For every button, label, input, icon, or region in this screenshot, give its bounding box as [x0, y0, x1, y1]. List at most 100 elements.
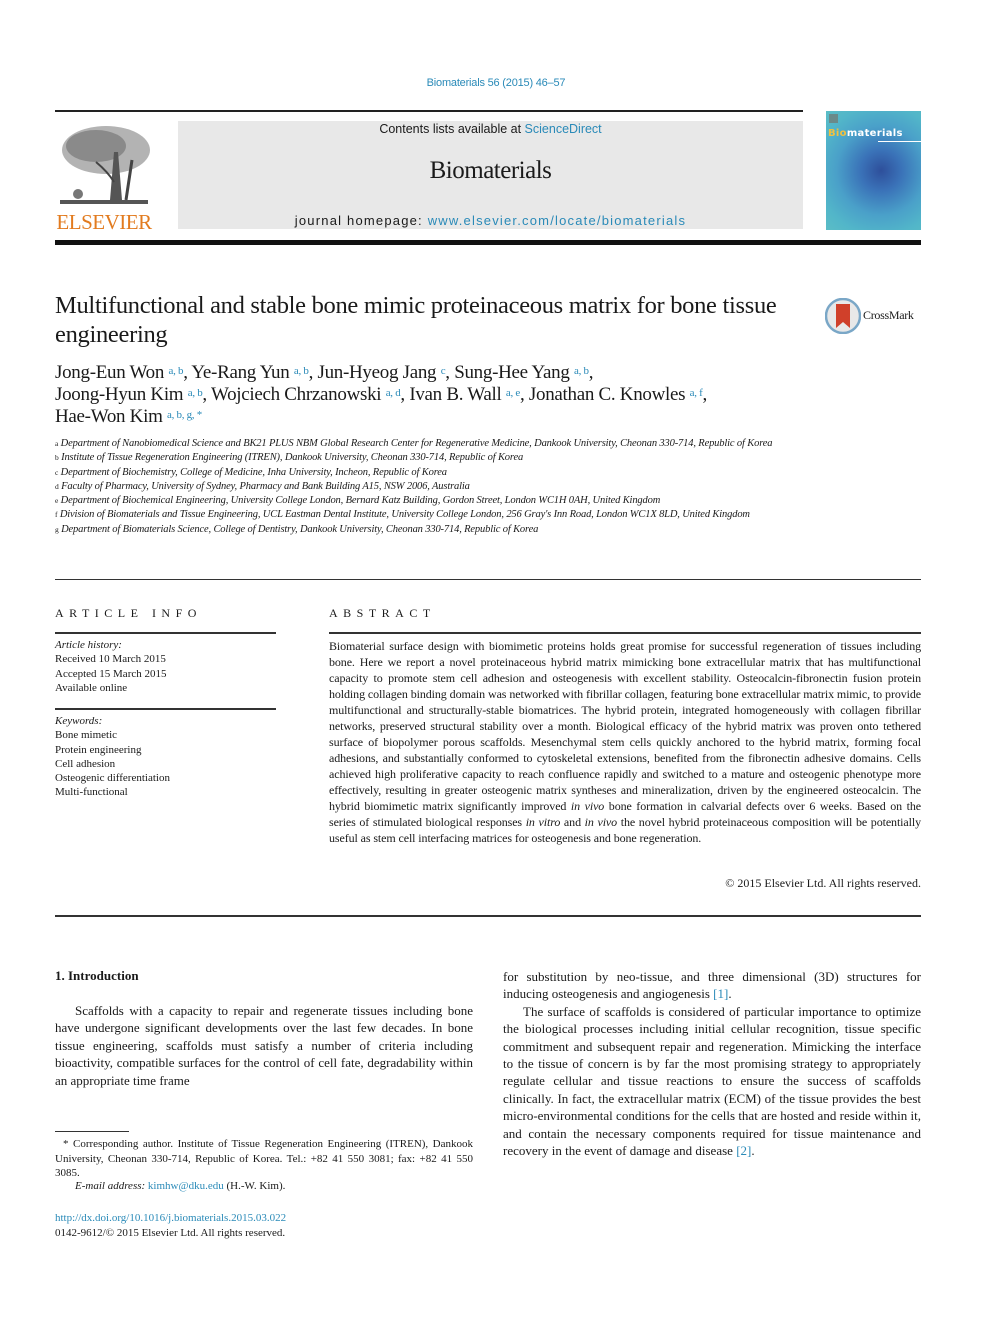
author-affiliation-marker[interactable]: a, b, g, *: [167, 409, 202, 421]
header-thick-rule: [55, 240, 921, 245]
history-item: Accepted 15 March 2015: [55, 667, 167, 680]
author: Joong-Hyun Kim: [55, 384, 184, 405]
abstract-copyright: © 2015 Elsevier Ltd. All rights reserved…: [725, 876, 921, 890]
cover-rule: [878, 141, 921, 142]
keywords-rule: [55, 708, 276, 710]
cover-title-rest: materials: [846, 128, 903, 139]
author-separator: ,: [202, 384, 211, 405]
affiliation-key: f: [55, 510, 58, 520]
abstract-italic: in vivo: [570, 799, 605, 813]
author-separator: ,: [400, 384, 410, 405]
abstract-part: and: [560, 815, 585, 829]
footnote-rule: [55, 1131, 129, 1132]
affiliation: e Department of Biochemical Engineering,…: [55, 494, 815, 508]
email-line: E-mail address: kimhw@dku.edu (H.-W. Kim…: [55, 1180, 473, 1192]
abstract-heading: ABSTRACT: [329, 606, 436, 620]
elsevier-tree-icon: [56, 122, 152, 208]
author-affiliation-marker[interactable]: a, d: [386, 387, 401, 399]
crossmark-button[interactable]: CrossMark: [825, 296, 925, 336]
homepage-prefix: journal homepage:: [294, 213, 428, 228]
issn-copyright: 0142-9612/© 2015 Elsevier Ltd. All right…: [55, 1227, 286, 1239]
abstract-bottom-rule: [55, 915, 921, 917]
journal-title: Biomaterials: [429, 157, 552, 184]
journal-cover-image[interactable]: Biomaterials: [826, 111, 921, 230]
author-separator: ,: [588, 362, 594, 383]
citation-link[interactable]: [1]: [713, 986, 728, 1001]
affiliation-text: Department of Biomaterials Science, Coll…: [61, 523, 539, 535]
cover-publisher-icon: [829, 114, 838, 123]
corresponding-author-note: * Corresponding author. Institute of Tis…: [55, 1138, 473, 1179]
affiliation-text: Institute of Tissue Regeneration Enginee…: [61, 452, 524, 464]
affiliation: a Department of Nanobiomedical Science a…: [55, 437, 815, 451]
journal-reference[interactable]: Biomaterials 56 (2015) 46–57: [0, 77, 992, 89]
abstract-italic: in vivo: [584, 815, 618, 829]
article-info-rule: [55, 632, 276, 634]
section-rule: [55, 579, 921, 580]
author: Jong-Eun Won: [55, 362, 165, 383]
author-affiliation-marker[interactable]: a, b: [188, 387, 203, 399]
cover-title-bi: Bio: [828, 128, 847, 139]
author-affiliation-marker[interactable]: a, b: [574, 365, 589, 377]
crossmark-icon: [825, 298, 861, 334]
paragraph-text: for substitution by neo-tissue, and thre…: [503, 969, 921, 1002]
keywords-label: Keywords:: [55, 715, 103, 727]
journal-banner: Contents lists available at ScienceDirec…: [178, 121, 803, 229]
author-affiliation-marker[interactable]: a, b: [294, 365, 309, 377]
journal-homepage: journal homepage: www.elsevier.com/locat…: [178, 213, 803, 228]
keyword-item: Cell adhesion: [55, 757, 116, 770]
homepage-link[interactable]: www.elsevier.com/locate/biomaterials: [428, 213, 687, 228]
affiliation-text: Department of Biochemistry, College of M…: [60, 466, 447, 478]
article-info-heading: ARTICLE INFO: [55, 606, 202, 620]
elsevier-logo[interactable]: ELSEVIER: [52, 118, 156, 234]
citation-link[interactable]: [2]: [736, 1143, 751, 1158]
author-affiliation-marker[interactable]: a, e: [506, 387, 520, 399]
article-title: Multifunctional and stable bone mimic pr…: [55, 292, 777, 348]
author: Jun-Hyeog Jang: [317, 362, 437, 383]
affiliation: f Division of Biomaterials and Tissue En…: [55, 508, 815, 522]
email-label: E-mail address:: [75, 1180, 148, 1192]
affiliation-text: Division of Biomaterials and Tissue Engi…: [59, 509, 750, 521]
paragraph-text: The surface of scaffolds is considered o…: [503, 1003, 921, 1159]
keyword-item: Multi-functional: [55, 786, 128, 799]
contents-line: Contents lists available at ScienceDirec…: [178, 122, 803, 136]
abstract-italic: in vitro: [525, 815, 561, 829]
doi-block: http://dx.doi.org/10.1016/j.biomaterials…: [55, 1211, 286, 1241]
abstract-rule: [329, 632, 921, 634]
affiliation-text: Faculty of Pharmacy, University of Sydne…: [61, 480, 470, 492]
author-affiliation-marker[interactable]: c: [441, 365, 446, 377]
author-separator: ,: [445, 362, 455, 383]
affiliation-text: Department of Nanobiomedical Science and…: [60, 438, 773, 449]
affiliation-text: Department of Biochemical Engineering, U…: [60, 495, 661, 507]
journal-reference-link[interactable]: Biomaterials 56 (2015) 46–57: [427, 77, 566, 89]
author-affiliation-marker[interactable]: a, f: [690, 387, 703, 399]
doi-link[interactable]: http://dx.doi.org/10.1016/j.biomaterials…: [55, 1212, 286, 1224]
email-link[interactable]: kimhw@dku.edu: [148, 1180, 224, 1192]
keyword-item: Bone mimetic: [55, 729, 118, 742]
author: Jonathan C. Knowles: [528, 384, 686, 405]
introduction-paragraph: The surface of scaffolds is considered o…: [503, 1003, 921, 1159]
author-list: Jong-Eun Won a, b, Ye-Rang Yun a, b, Jun…: [55, 362, 855, 428]
abstract-part: Biomaterial surface design with biomimet…: [329, 639, 921, 813]
author: Hae-Won Kim: [55, 406, 163, 427]
sciencedirect-link[interactable]: ScienceDirect: [525, 122, 602, 136]
article-history: Article history: Received 10 March 2015 …: [55, 638, 276, 695]
introduction-column-right: for substitution by neo-tissue, and thre…: [503, 968, 921, 1159]
affiliation-list: a Department of Nanobiomedical Science a…: [55, 437, 815, 537]
author: Sung-Hee Yang: [454, 362, 570, 383]
history-label: Article history:: [55, 639, 122, 651]
elsevier-wordmark: ELSEVIER: [56, 210, 152, 234]
affiliation: c Department of Biochemistry, College of…: [55, 466, 815, 480]
introduction-paragraph-left: Scaffolds with a capacity to repair and …: [55, 1003, 473, 1088]
introduction-heading: 1. Introduction: [55, 968, 139, 983]
keyword-item: Protein engineering: [55, 743, 142, 756]
affiliation-key: g: [55, 524, 59, 534]
affiliation-key: a: [55, 439, 59, 448]
email-suffix: (H.-W. Kim).: [223, 1180, 286, 1192]
contents-prefix: Contents lists available at: [379, 122, 525, 136]
author-affiliation-marker[interactable]: a, b: [169, 365, 184, 377]
crossmark-label: CrossMark: [863, 308, 914, 322]
author: Ye-Rang Yun: [191, 362, 290, 383]
affiliation-key: b: [55, 453, 59, 463]
affiliation: b Institute of Tissue Regeneration Engin…: [55, 451, 815, 465]
author: Ivan B. Wall: [409, 384, 502, 405]
